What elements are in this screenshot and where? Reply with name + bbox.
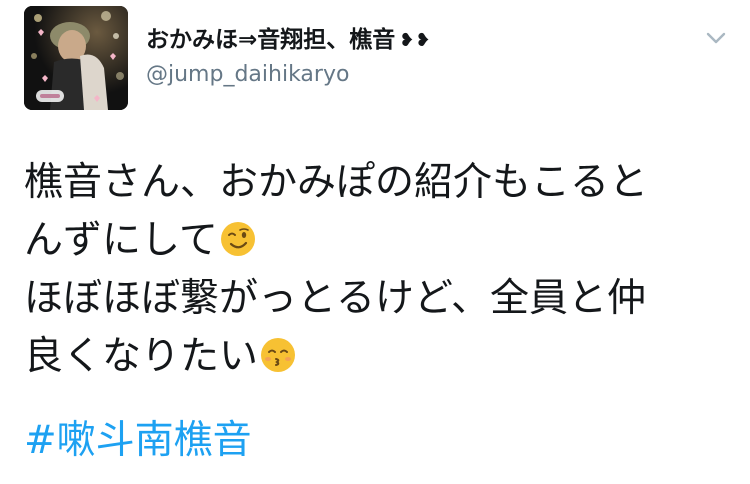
avatar-photo <box>24 6 128 110</box>
tweet-text-line: 良くなりたい <box>24 334 259 379</box>
display-name-text: おかみほ⇒音翔担、樵音 <box>146 27 396 53</box>
tweet-text-line-with-emoji: んずにして <box>24 212 724 270</box>
avatar[interactable] <box>24 6 128 110</box>
tweet-card: おかみほ⇒音翔担、樵音 ❥❥ @jump_daihikaryo 樵音さん、おかみぽ… <box>0 0 750 484</box>
display-name-decoration: ❥❥ <box>399 30 432 51</box>
tweet-header: おかみほ⇒音翔担、樵音 ❥❥ @jump_daihikaryo <box>146 26 706 89</box>
screen-name[interactable]: @jump_daihikaryo <box>146 61 706 89</box>
tweet-text-line: ほぼほぼ繋がっとるけど、全員と仲 <box>24 276 647 321</box>
hashtag-link[interactable]: #嗽斗南樵音 <box>24 412 252 470</box>
tweet-text-line-with-emoji: 良くなりたい <box>24 328 724 386</box>
tweet-text-line: んずにして <box>24 218 218 263</box>
tweet-text-line: 樵音さん、おかみぽの紹介もこると <box>24 160 649 205</box>
tweet-text: 樵音さん、おかみぽの紹介もこると んずにして ほぼほぼ繋がっとるけど、全員と仲 … <box>24 154 724 386</box>
chevron-down-icon <box>706 32 726 44</box>
winking-face-emoji-icon <box>220 221 256 257</box>
kissing-face-emoji-icon <box>260 337 296 373</box>
more-options-button[interactable] <box>705 30 727 46</box>
display-name[interactable]: おかみほ⇒音翔担、樵音 ❥❥ <box>146 26 706 55</box>
